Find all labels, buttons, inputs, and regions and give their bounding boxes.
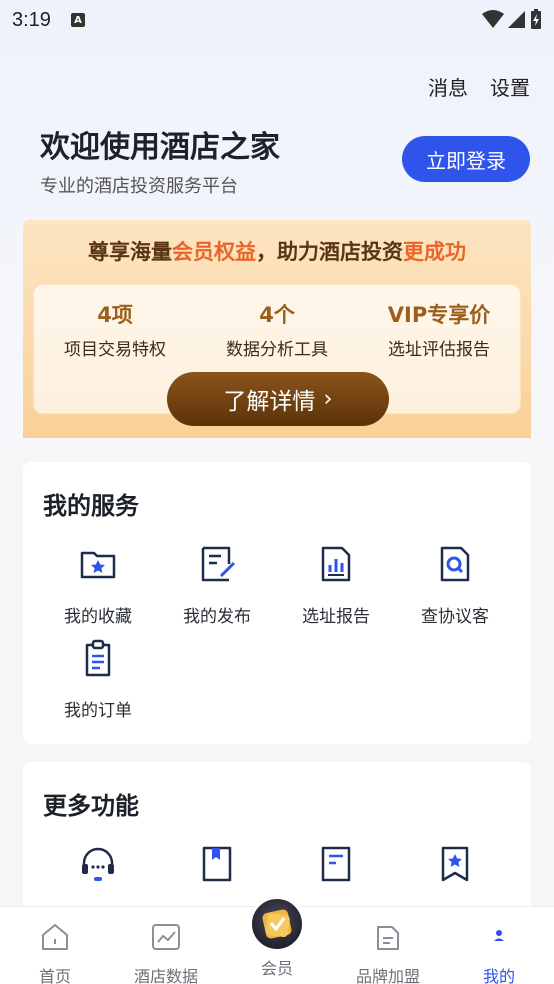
learn-more-label: 了解详情: [223, 389, 316, 415]
welcome-subtitle: 专业的酒店投资服务平台: [40, 176, 238, 197]
vip-banner-highlight-1: 会员权益: [172, 240, 256, 264]
brand-icon: [377, 926, 399, 950]
order-clipboard-icon: [85, 639, 111, 677]
settings-link[interactable]: 设置: [490, 72, 530, 101]
tab-member[interactable]: 会员: [222, 955, 332, 979]
vip-stat: VIP专享价 选址评估报告: [358, 299, 520, 360]
chart-icon: [152, 924, 180, 950]
tab-label: 我的: [482, 967, 515, 984]
status-bar: 3:19 A: [0, 0, 554, 40]
vip-stat: 4个 数据分析工具: [196, 299, 358, 360]
services-card: 我的服务 我的收藏 我的发布 选址报告 查协议客 我的订单: [23, 462, 531, 744]
service-agreement-search[interactable]: 查协议客: [396, 544, 514, 627]
battery-icon: [531, 9, 541, 29]
vip-stat-value: VIP专享价: [387, 303, 491, 327]
messages-link[interactable]: 消息: [428, 72, 468, 101]
vip-stat-label: 选址评估报告: [388, 340, 490, 360]
signal-icon: [508, 11, 525, 28]
service-label: 我的收藏: [64, 607, 132, 627]
user-icon: [494, 930, 504, 941]
more-features-title: 更多功能: [43, 792, 139, 820]
edit-document-icon: [201, 546, 236, 582]
tab-brand-franchise[interactable]: 品牌加盟: [333, 921, 443, 984]
service-label: 我的发布: [183, 607, 251, 627]
top-links: 消息 设置: [428, 72, 530, 101]
vip-banner-highlight-2: 更成功: [403, 240, 466, 264]
learn-more-button[interactable]: 了解详情 ›: [167, 372, 389, 426]
tab-hotel-data[interactable]: 酒店数据: [111, 921, 221, 984]
tab-mine[interactable]: 我的: [444, 921, 554, 984]
vip-stat: 4项 项目交易特权: [34, 299, 196, 360]
headset-icon: [82, 847, 114, 881]
feedback-icon: [321, 846, 351, 882]
vip-banner-pre: 尊享海量: [88, 240, 172, 264]
status-icons: [482, 8, 542, 30]
services-title: 我的服务: [43, 492, 139, 520]
service-label: 查协议客: [421, 607, 489, 627]
service-my-orders[interactable]: 我的订单: [39, 638, 157, 721]
tab-label: 首页: [38, 967, 71, 984]
search-agreement-icon: [440, 546, 470, 582]
tab-label: 酒店数据: [133, 967, 198, 984]
service-label: 选址报告: [302, 607, 370, 627]
home-icon: [42, 924, 68, 950]
login-button[interactable]: 立即登录: [402, 136, 530, 182]
book-icon: [202, 846, 232, 882]
report-chart-icon: [321, 546, 351, 582]
vip-stat-label: 数据分析工具: [226, 340, 328, 360]
status-time: 3:19: [12, 8, 51, 31]
member-icon: [262, 909, 292, 939]
status-a-icon: A: [70, 13, 85, 27]
service-site-report[interactable]: 选址报告: [277, 544, 395, 627]
favorites-folder-icon: [80, 551, 116, 579]
wifi-icon: [482, 10, 504, 28]
vip-stat-label: 项目交易特权: [64, 340, 166, 360]
vip-stats: 4项 项目交易特权 4个 数据分析工具 VIP专享价 选址评估报告: [34, 299, 520, 360]
welcome-title: 欢迎使用酒店之家: [40, 130, 280, 165]
tab-label: 品牌加盟: [355, 967, 420, 984]
tab-label: 会员: [260, 959, 293, 978]
vip-banner-mid: ，助力酒店投资: [256, 240, 403, 264]
vip-banner: 尊享海量会员权益，助力酒店投资更成功: [23, 236, 531, 266]
tab-home[interactable]: 首页: [0, 921, 110, 984]
chevron-right-icon: ›: [323, 386, 333, 412]
vip-card: 尊享海量会员权益，助力酒店投资更成功 4项 项目交易特权 4个 数据分析工具 V…: [23, 220, 531, 450]
vip-stat-value: 4个: [259, 303, 295, 327]
service-label: 我的订单: [64, 701, 132, 721]
service-favorites[interactable]: 我的收藏: [39, 544, 157, 627]
vip-stat-value: 4项: [97, 303, 133, 327]
member-center-button[interactable]: [249, 896, 305, 952]
service-my-posts[interactable]: 我的发布: [158, 544, 276, 627]
bookmark-star-icon: [441, 846, 469, 882]
